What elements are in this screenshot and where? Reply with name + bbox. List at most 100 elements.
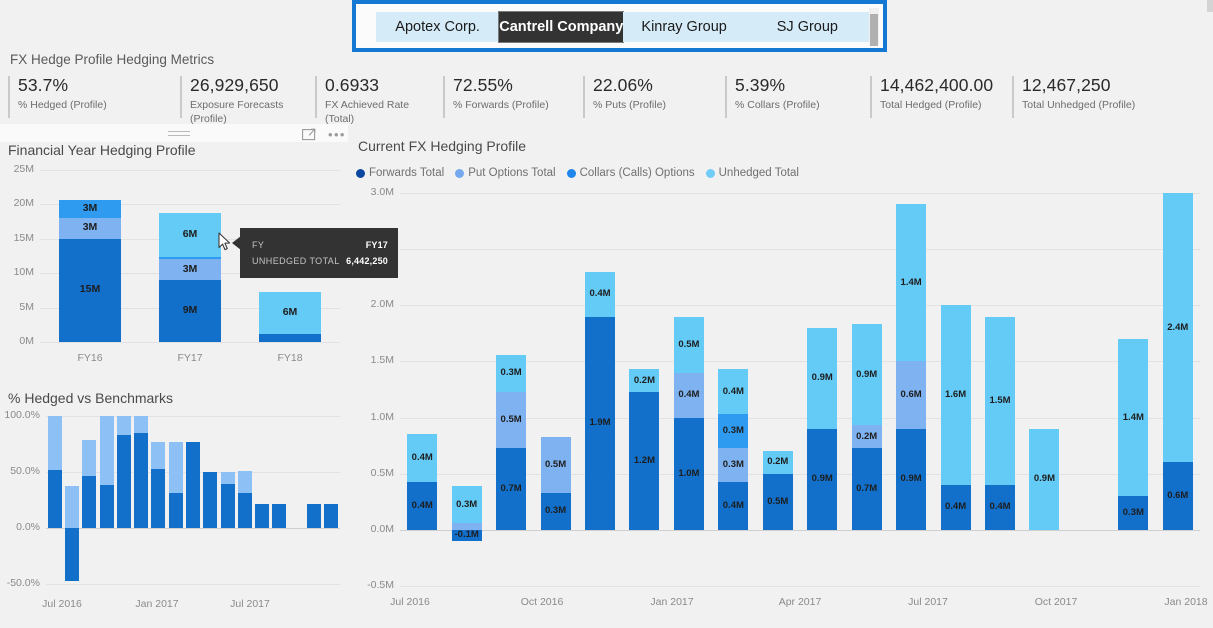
chart-bar[interactable]	[203, 416, 218, 584]
chart-bar[interactable]: 0.9M 0.6M 1.4M	[896, 193, 927, 586]
bar-segment[interactable]	[496, 354, 527, 392]
chart-bar[interactable]: 0.5M 0.2M	[762, 193, 793, 586]
chart-bar[interactable]	[324, 416, 339, 584]
bar-segment[interactable]	[407, 434, 438, 482]
bar-segment[interactable]	[168, 442, 183, 493]
bar-segment[interactable]	[220, 472, 235, 484]
chart-bar[interactable]: 1.2M 0.2M	[629, 193, 660, 586]
bar-segment[interactable]	[673, 417, 704, 530]
bar-segment[interactable]	[259, 333, 321, 342]
bar-segment[interactable]	[64, 528, 79, 581]
bar-segment[interactable]	[1162, 193, 1193, 463]
drag-handle-icon[interactable]	[168, 131, 190, 136]
bar-segment[interactable]	[151, 442, 166, 469]
current-fx-hedging-profile-chart[interactable]: Current FX Hedging Profile -0.5M 0.0M 0.5M…	[350, 138, 1213, 628]
chart-bar[interactable]: 0.4M 1.5M	[985, 193, 1015, 586]
bar-segment[interactable]	[851, 324, 882, 426]
chart-bar[interactable]	[134, 416, 149, 584]
bar-segment[interactable]	[99, 484, 114, 528]
kpi-card[interactable]: 0.6933 FX Achieved Rate (Total)	[313, 74, 441, 125]
bar-segment[interactable]	[851, 425, 882, 448]
bar-segment[interactable]	[496, 391, 527, 448]
chart-bar[interactable]	[255, 416, 270, 584]
bar-segment[interactable]	[99, 416, 114, 485]
slicer-item-sj[interactable]: SJ Group	[745, 12, 869, 42]
chart-bar[interactable]: 0.6M 2.4M	[1162, 193, 1193, 586]
company-slicer[interactable]: Apotex Corp. Cantrell Company Kinray Gro…	[352, 0, 887, 52]
legend-item[interactable]: Collars (Calls) Options	[566, 167, 695, 179]
bar-segment[interactable]	[985, 316, 1015, 485]
kpi-card[interactable]: 53.7% % Hedged (Profile)	[6, 74, 178, 120]
chart-bar[interactable]	[47, 416, 62, 584]
kpi-card[interactable]: 12,467,250 Total Unhedged (Profile)	[1010, 74, 1150, 120]
chart-bar[interactable]	[307, 416, 322, 584]
chart-bar[interactable]	[168, 416, 183, 584]
chart-bar[interactable]	[220, 416, 235, 584]
bar-segment[interactable]	[82, 475, 97, 528]
chart-bar[interactable]: 9M 3M 6M	[159, 170, 221, 342]
bar-segment[interactable]	[272, 504, 287, 528]
bar-segment[interactable]	[940, 484, 971, 530]
bar-segment[interactable]	[237, 471, 252, 493]
bar-segment[interactable]	[762, 473, 793, 530]
bar-segment[interactable]	[896, 361, 927, 429]
slicer-item-kinray[interactable]: Kinray Group	[622, 12, 746, 42]
bar-segment[interactable]	[1118, 338, 1149, 497]
bar-segment[interactable]	[718, 481, 749, 530]
bar-segment[interactable]	[451, 486, 482, 524]
chart-bar[interactable]: 15M 3M 3M	[59, 170, 121, 342]
bar-segment[interactable]	[47, 469, 62, 528]
chart-bar[interactable]: 0.9M	[1029, 193, 1060, 586]
bar-segment[interactable]	[940, 305, 971, 485]
chart-bar[interactable]	[1074, 193, 1104, 586]
legend-item[interactable]: Put Options Total	[455, 167, 556, 179]
bar-segment[interactable]	[673, 372, 704, 418]
kpi-card[interactable]: 14,462,400.00 Total Hedged (Profile)	[868, 74, 1010, 120]
bar-segment[interactable]	[159, 280, 221, 342]
slicer-scrollbar-thumb[interactable]	[870, 14, 878, 46]
bar-segment[interactable]	[220, 483, 235, 528]
chart-bar[interactable]	[151, 416, 166, 584]
chart-bar[interactable]	[64, 416, 79, 584]
chart-bar[interactable]	[82, 416, 97, 584]
bar-segment[interactable]	[159, 213, 221, 258]
bar-segment[interactable]	[540, 492, 571, 530]
bar-segment[interactable]	[585, 271, 615, 317]
chart-bar[interactable]: 0.4M 0.4M	[407, 193, 438, 586]
chart-bar[interactable]: 0.7M 0.2M 0.9M	[851, 193, 882, 586]
bar-segment[interactable]	[237, 492, 252, 528]
bar-segment[interactable]	[1118, 496, 1149, 530]
bar-segment[interactable]	[851, 447, 882, 530]
legend-item[interactable]: Unhedged Total	[705, 167, 799, 179]
bar-segment[interactable]	[1029, 428, 1060, 530]
bar-segment[interactable]	[540, 436, 571, 493]
chart-bar[interactable]	[290, 416, 304, 584]
bar-segment[interactable]	[82, 439, 97, 476]
chart-bar[interactable]: 1.0M 0.4M 0.5M	[673, 193, 704, 586]
bar-segment[interactable]	[451, 523, 482, 530]
bar-segment[interactable]	[134, 416, 149, 434]
bar-segment[interactable]	[673, 316, 704, 373]
bar-segment[interactable]	[59, 199, 121, 219]
chart-bar[interactable]	[272, 416, 287, 584]
bar-segment[interactable]	[1162, 462, 1193, 530]
bar-segment[interactable]	[59, 238, 121, 342]
chart-bar[interactable]: 0.4M 0.3M 0.3M 0.4M	[718, 193, 749, 586]
chart-bar[interactable]	[186, 416, 200, 584]
bar-segment[interactable]	[186, 442, 200, 528]
company-slicer-items[interactable]: Apotex Corp. Cantrell Company Kinray Gro…	[356, 4, 883, 48]
main-chart-legend[interactable]: Forwards Total Put Options Total Collars (…	[356, 167, 799, 179]
chart-bar[interactable]: 1.9M 0.4M	[585, 193, 615, 586]
bar-segment[interactable]	[134, 433, 149, 528]
legend-item[interactable]: Forwards Total	[356, 167, 444, 179]
bar-segment[interactable]	[64, 486, 79, 528]
bar-segment[interactable]	[307, 504, 322, 528]
bar-segment[interactable]	[629, 391, 660, 530]
bar-segment[interactable]	[807, 327, 838, 429]
bar-segment[interactable]	[496, 447, 527, 530]
slicer-item-cantrell[interactable]: Cantrell Company	[498, 11, 624, 43]
page-scrollbar[interactable]	[1207, 0, 1213, 12]
kpi-card[interactable]: 26,929,650 Exposure Forecasts (Profile)	[178, 74, 313, 125]
bar-segment[interactable]	[324, 504, 339, 528]
chart-bar[interactable]	[116, 416, 131, 584]
